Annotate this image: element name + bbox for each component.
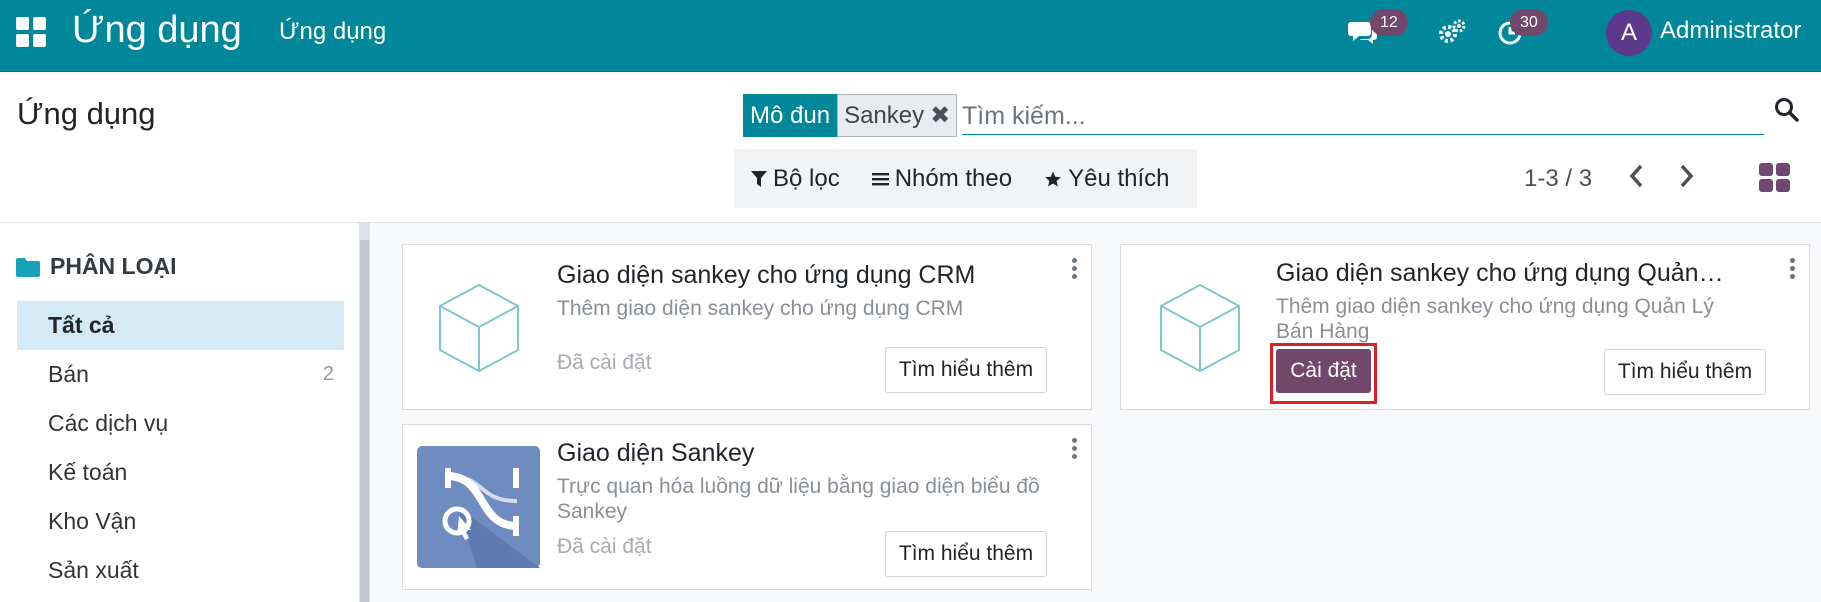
installed-status: Đã cài đặt [557, 351, 652, 374]
sidebar-item-label: Tất cả [48, 312, 115, 338]
favorites-button[interactable]: Yêu thích [1044, 164, 1170, 193]
sidebar-item-label: Các dịch vụ [48, 410, 169, 436]
filters-label: Bộ lọc [773, 164, 840, 192]
install-button[interactable]: Cài đặt [1276, 349, 1371, 393]
pager-value[interactable]: 1-3 / 3 [1524, 165, 1592, 193]
sidebar-item-label: Sản xuất [48, 557, 139, 583]
facet-value-text: Sankey [844, 101, 925, 129]
sidebar-item-services[interactable]: Các dịch vụ [17, 399, 344, 448]
search-icon[interactable] [1774, 97, 1800, 128]
star-icon [1045, 171, 1061, 186]
cube-icon [436, 282, 522, 379]
list-icon [871, 172, 889, 185]
installed-status: Đã cài đặt [557, 535, 652, 558]
app-card-description: Thêm giao diện sankey cho ứng dụng Quản … [1276, 295, 1714, 343]
sidebar-scrollbar-thumb[interactable] [360, 240, 369, 602]
user-name[interactable]: Administrator [1660, 17, 1801, 45]
sidebar-item-sales[interactable]: Bán 2 [17, 350, 344, 399]
sidebar-item-manufacturing[interactable]: Sản xuất [17, 546, 344, 595]
group-by-button[interactable]: Nhóm theo [871, 164, 1013, 193]
sidebar-item-accounting[interactable]: Kế toán [17, 448, 344, 497]
sidebar-item-all[interactable]: Tất cả [17, 301, 344, 350]
kanban-view-icon[interactable] [1759, 163, 1790, 192]
learn-more-button[interactable]: Tìm hiểu thêm [885, 347, 1047, 393]
sidebar-item-label: Kế toán [48, 459, 128, 485]
app-card-sales[interactable]: Giao diện sankey cho ứng dụng Quản Lý Bá… [1120, 244, 1810, 410]
app-brand[interactable]: Ứng dụng [72, 9, 242, 52]
group-by-label: Nhóm theo [894, 164, 1013, 192]
page-title: Ứng dụng [17, 96, 156, 131]
folder-icon [16, 257, 40, 277]
sidebar-item-label: Kho Vận [48, 508, 137, 534]
sankey-app-icon [417, 446, 540, 573]
search-input[interactable] [962, 99, 1764, 135]
app-card-title: Giao diện sankey cho ứng dụng CRM [557, 261, 976, 289]
sidebar-heading-text: PHÂN LOẠI [50, 253, 177, 279]
nav-menu-apps[interactable]: Ứng dụng [279, 18, 386, 46]
cube-icon [1157, 282, 1243, 379]
filter-icon [751, 170, 767, 187]
learn-more-button[interactable]: Tìm hiểu thêm [885, 531, 1047, 577]
filters-button[interactable]: Bộ lọc [751, 165, 840, 193]
facet-value: Sankey ✖ [837, 94, 958, 137]
activities-badge: 30 [1510, 9, 1548, 36]
learn-more-button[interactable]: Tìm hiểu thêm [1604, 349, 1766, 395]
sidebar-item-count: 2 [322, 363, 334, 385]
app-card-title: Giao diện sankey cho ứng dụng Quản Lý Bá… [1276, 259, 1726, 287]
user-avatar[interactable]: A [1606, 10, 1652, 56]
search-options-bar: Bộ lọc Nhóm theo Yêu thích [734, 149, 1197, 208]
sidebar-item-inventory[interactable]: Kho Vận [17, 497, 344, 546]
sidebar-heading: PHÂN LOẠI [16, 253, 177, 280]
search-facet: Mô đun Sankey ✖ [743, 94, 958, 137]
app-card-description: Thêm giao diện sankey cho ứng dụng CRM [557, 297, 964, 320]
control-panel: Ứng dụng Mô đun Sankey ✖ Bộ lọc Nhóm the… [0, 73, 1821, 223]
app-card-description: Trực quan hóa luồng dữ liệu bằng giao di… [557, 475, 1040, 523]
top-navbar: Ứng dụng Ứng dụng 12 30 A Administrator [0, 0, 1821, 72]
app-card-crm[interactable]: Giao diện sankey cho ứng dụng CRM Thêm g… [402, 244, 1092, 410]
app-card-title: Giao diện Sankey [557, 439, 755, 467]
sidebar-item-label: Bán [48, 361, 89, 387]
messages-badge: 12 [1370, 9, 1408, 36]
app-card-sankey[interactable]: Giao diện Sankey Trực quan hóa luồng dữ … [402, 424, 1092, 590]
kebab-menu-icon[interactable] [1072, 258, 1078, 279]
pager-previous-icon[interactable] [1627, 163, 1645, 194]
facet-remove-icon[interactable]: ✖ [930, 96, 950, 136]
category-sidebar: PHÂN LOẠI Tất cả Bán 2 Các dịch vụ Kế toá… [0, 223, 362, 602]
facet-label: Mô đun [743, 94, 838, 137]
pager-next-icon[interactable] [1678, 163, 1696, 194]
apps-menu-icon[interactable] [16, 17, 46, 47]
settings-gears-icon[interactable] [1437, 18, 1467, 51]
kebab-menu-icon[interactable] [1790, 258, 1796, 279]
favorites-label: Yêu thích [1068, 164, 1170, 192]
kebab-menu-icon[interactable] [1072, 438, 1078, 459]
